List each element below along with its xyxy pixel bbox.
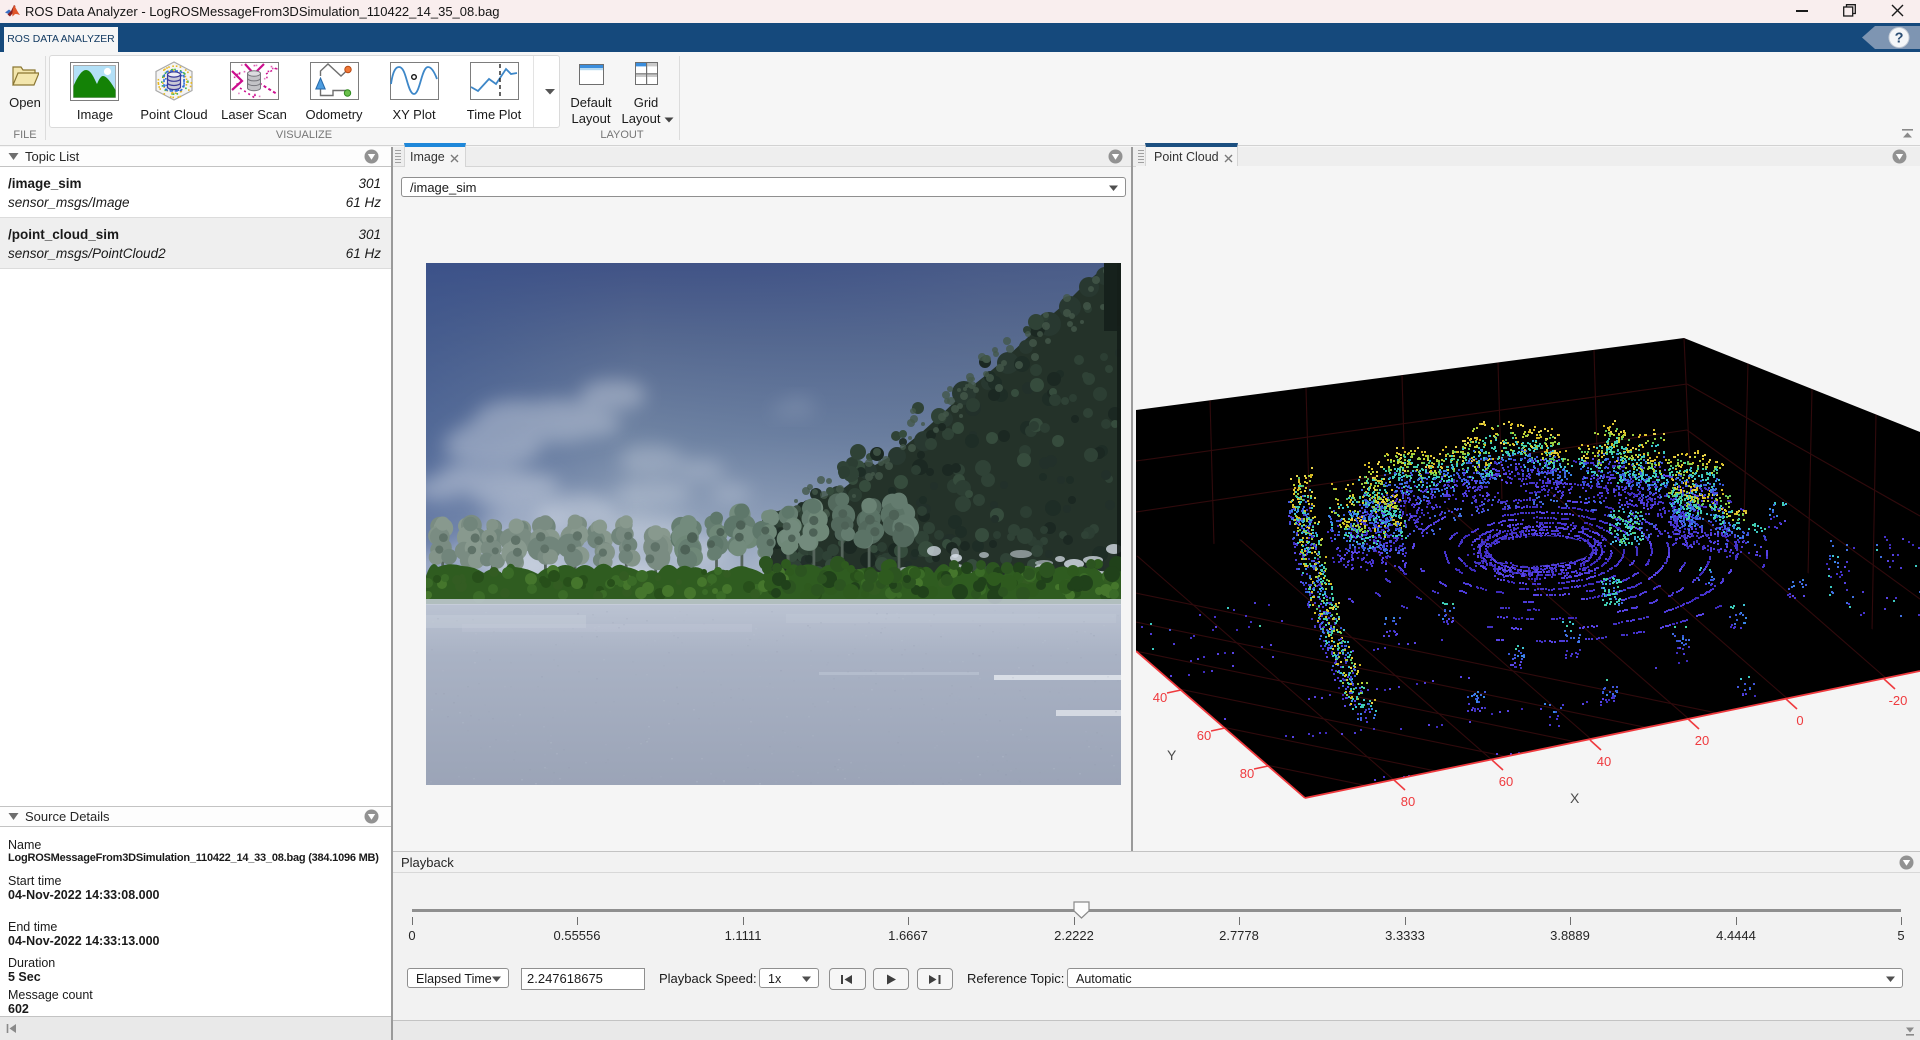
svg-text:60: 60 <box>1499 774 1513 789</box>
svg-text:?: ? <box>1895 30 1904 46</box>
svg-text:Y: Y <box>1167 747 1177 763</box>
svg-text:X: X <box>1570 790 1580 806</box>
svg-text:80: 80 <box>1240 766 1254 781</box>
svg-text:-20: -20 <box>1889 693 1908 708</box>
svg-text:0: 0 <box>1796 713 1803 728</box>
svg-text:80: 80 <box>1401 794 1415 809</box>
svg-text:40: 40 <box>1597 754 1611 769</box>
svg-text:60: 60 <box>1197 728 1211 743</box>
svg-text:40: 40 <box>1153 690 1167 705</box>
svg-text:20: 20 <box>1695 733 1709 748</box>
